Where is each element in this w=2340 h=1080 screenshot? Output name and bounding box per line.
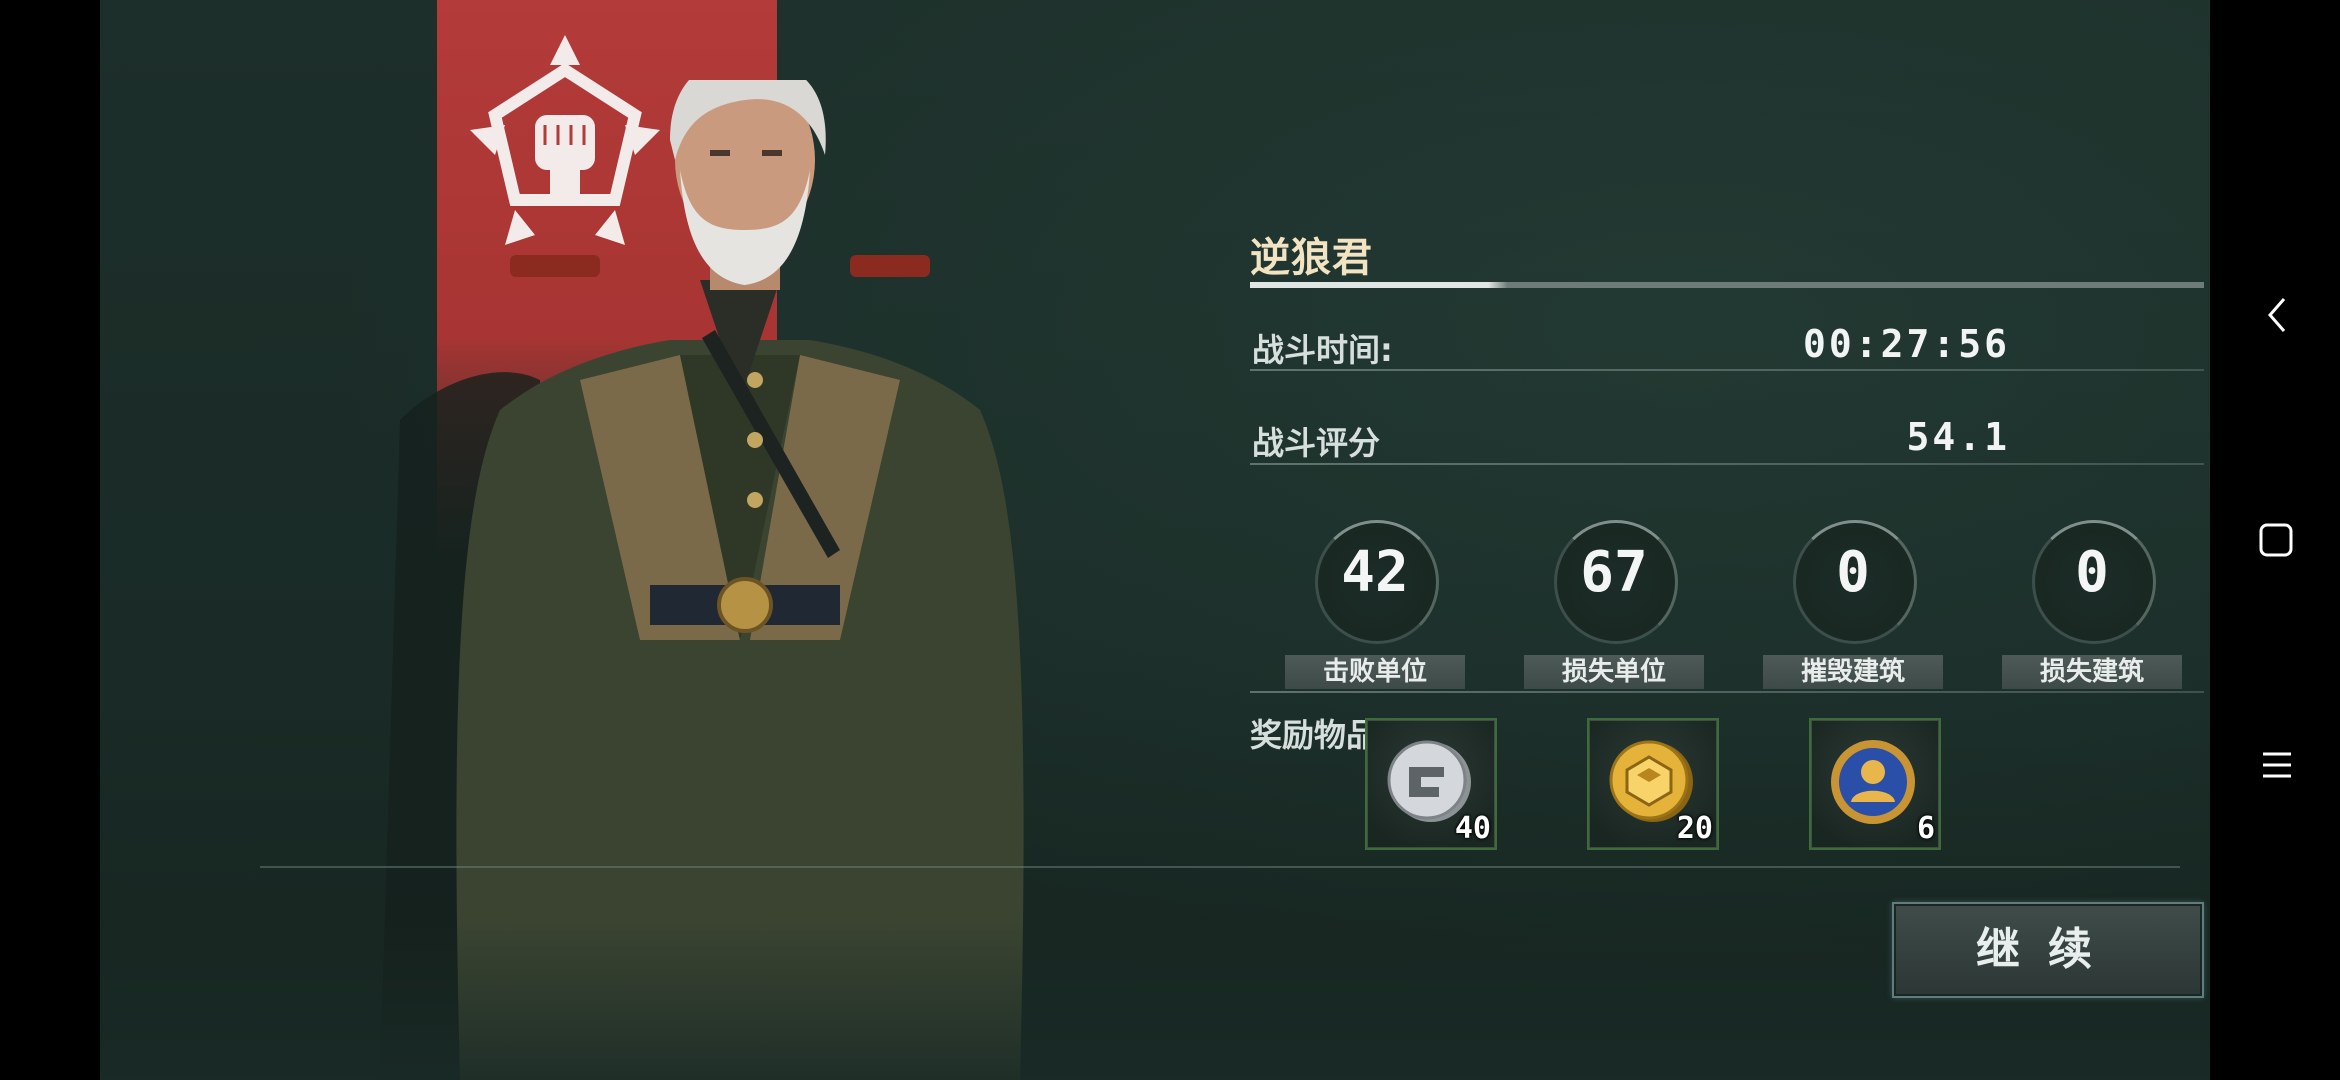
battle-time-value: 00:27:56 bbox=[1802, 322, 2010, 366]
counter-label: 损失建筑 bbox=[2002, 655, 2182, 689]
player-name: 逆狼君 bbox=[1250, 235, 1373, 281]
menu-icon[interactable] bbox=[2260, 748, 2294, 782]
reward-item-silver[interactable]: 40 bbox=[1365, 718, 1497, 850]
divider bbox=[1250, 463, 2204, 465]
bottom-divider bbox=[260, 866, 2180, 868]
counter-units-lost: 67 损失单位 bbox=[1524, 520, 1704, 690]
counter-value: 67 bbox=[1580, 540, 1648, 605]
battle-time-label: 战斗时间: bbox=[1252, 331, 1393, 369]
back-icon[interactable] bbox=[2262, 295, 2292, 335]
name-progress-bar bbox=[1250, 282, 2204, 288]
reward-quantity: 6 bbox=[1916, 811, 1935, 846]
continue-button[interactable]: 继续 bbox=[1892, 902, 2204, 998]
counter-label: 损失单位 bbox=[1524, 655, 1704, 689]
counter-units-defeated: 42 击败单位 bbox=[1285, 520, 1465, 690]
counter-value: 0 bbox=[1836, 540, 1870, 605]
reward-item-badge[interactable]: 6 bbox=[1809, 718, 1941, 850]
battle-result-screen: 逆狼君 战斗时间: 00:27:56 战斗评分 54.1 42 击败单位 67 … bbox=[100, 0, 2210, 1080]
reward-quantity: 20 bbox=[1676, 811, 1713, 846]
reward-item-gold[interactable]: 20 bbox=[1587, 718, 1719, 850]
counter-label: 摧毁建筑 bbox=[1763, 655, 1943, 689]
counter-value: 42 bbox=[1341, 540, 1409, 605]
reward-quantity: 40 bbox=[1454, 811, 1491, 846]
battle-score-label: 战斗评分 bbox=[1252, 424, 1381, 462]
badge-medal-icon bbox=[1831, 740, 1915, 824]
battle-score-value: 54.1 bbox=[1906, 415, 2010, 459]
counter-buildings-destroyed: 0 摧毁建筑 bbox=[1763, 520, 1943, 690]
counter-buildings-lost: 0 损失建筑 bbox=[2002, 520, 2182, 690]
counter-value: 0 bbox=[2075, 540, 2109, 605]
home-icon[interactable] bbox=[2258, 522, 2294, 558]
divider bbox=[1250, 691, 2204, 693]
divider bbox=[1250, 369, 2204, 371]
counter-label: 击败单位 bbox=[1285, 655, 1465, 689]
